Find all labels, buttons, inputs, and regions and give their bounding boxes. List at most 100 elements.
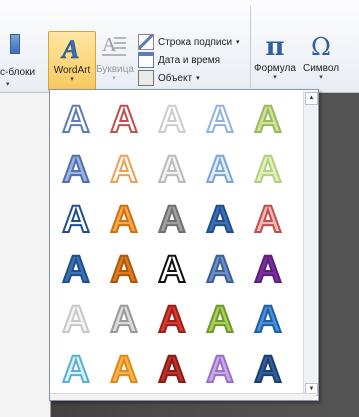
wordart-style-3-3[interactable]: A [148,194,196,242]
wordart-style-4-2[interactable]: A [100,244,148,292]
wordart-style-2-3[interactable]: A [148,144,196,192]
symbol-label: Символ [302,63,340,74]
wordart-style-3-2[interactable]: A [100,194,148,242]
wordart-sample-icon: A [253,148,282,188]
wordart-sample-icon: A [205,298,234,338]
wordart-sample-letter: A [62,249,89,288]
wordart-style-3-4[interactable]: A [196,194,244,242]
datetime-label: Дата и время [158,54,221,66]
wordart-style-2-4[interactable]: A [196,144,244,192]
wordart-sample-letter: A [110,149,137,188]
wordart-button[interactable]: A WordArt ▾ [48,31,96,91]
wordart-sample-letter: A [206,299,233,338]
wordart-style-5-2[interactable]: A [100,294,148,342]
wordart-style-2-1[interactable]: A [52,144,100,192]
wordart-style-6-5[interactable]: A [244,344,292,392]
wordart-sample-icon: A [253,298,282,338]
wordart-sample-icon: A [61,148,90,188]
wordart-style-6-4[interactable]: A [196,344,244,392]
wordart-sample-icon: A [109,98,138,138]
wordart-sample-letter: A [62,299,89,338]
wordart-style-6-3[interactable]: A [148,344,196,392]
symbol-button[interactable]: Ω Символ ▾ [300,31,342,89]
wordart-sample-letter: A [254,299,281,338]
wordart-sample-icon: A [61,348,90,388]
wordart-sample-letter: A [206,99,233,138]
datetime-button[interactable]: Дата и время [138,51,220,69]
wordart-sample-icon: A [109,248,138,288]
object-icon [138,70,154,86]
wordart-sample-icon: A [61,198,90,238]
dropcap-button[interactable]: A Буквица ▾ [96,31,134,89]
wordart-sample-letter: A [254,349,281,388]
wordart-sample-icon: A [205,248,234,288]
pi-icon: π [265,32,285,62]
chevron-down-icon: ▾ [273,74,277,81]
dropcap-icon: A [102,34,126,56]
wordart-sample-icon: A [253,198,282,238]
wordart-label: WordArt [53,65,91,76]
wordart-sample-icon: A [61,298,90,338]
resize-grip[interactable] [50,393,316,400]
group-separator [250,6,251,88]
scroll-up-arrow[interactable]: ▲ [305,92,318,105]
wordart-sample-letter: A [206,249,233,288]
wordart-style-1-5[interactable]: A [244,94,292,142]
wordart-style-2-2[interactable]: A [100,144,148,192]
wordart-sample-letter: A [62,99,89,138]
wordart-sample-letter: A [206,199,233,238]
svg-text:A: A [60,35,79,62]
wordart-style-1-2[interactable]: A [100,94,148,142]
wordart-sample-letter: A [158,249,185,288]
wordart-style-4-3[interactable]: A [148,244,196,292]
wordart-sample-icon: A [205,348,234,388]
wordart-style-2-5[interactable]: A [244,144,292,192]
ribbon-insert-tab: с-блоки ▾ A WordArt ▾ A Буквица ▾ Строка… [0,0,359,93]
wordart-sample-letter: A [62,349,89,388]
wordart-sample-letter: A [62,199,89,238]
gallery-scrollbar[interactable]: ▲ ▼ [303,91,318,397]
wordart-sample-letter: A [158,199,185,238]
wordart-sample-letter: A [206,349,233,388]
wordart-sample-letter: A [158,299,185,338]
wordart-style-4-5[interactable]: A [244,244,292,292]
wordart-sample-icon: A [61,98,90,138]
wordart-style-5-1[interactable]: A [52,294,100,342]
wordart-style-3-5[interactable]: A [244,194,292,242]
wordart-sample-icon: A [109,198,138,238]
omega-icon: Ω [311,33,331,61]
wordart-style-1-1[interactable]: A [52,94,100,142]
wordart-style-5-3[interactable]: A [148,294,196,342]
wordart-sample-icon: A [157,198,186,238]
document-page[interactable] [0,92,51,417]
wordart-sample-letter: A [254,249,281,288]
wordart-sample-icon: A [253,98,282,138]
wordart-sample-icon: A [205,148,234,188]
wordart-sample-letter: A [158,349,185,388]
formula-button[interactable]: π Формула ▾ [252,31,298,89]
signature-line-button[interactable]: Строка подписи ▾ [138,33,240,51]
wordart-style-1-4[interactable]: A [196,94,244,142]
signature-line-label: Строка подписи [158,36,233,48]
wordart-sample-letter: A [206,149,233,188]
wordart-sample-icon: A [61,248,90,288]
wordart-style-5-4[interactable]: A [196,294,244,342]
chevron-down-icon: ▾ [70,76,74,83]
wordart-style-1-3[interactable]: A [148,94,196,142]
wordart-sample-letter: A [62,149,89,188]
wordart-style-6-2[interactable]: A [100,344,148,392]
quick-parts-button[interactable]: с-блоки ▾ [0,34,46,88]
wordart-sample-letter: A [110,299,137,338]
wordart-gallery: AAAAAAAAAAAAAAAAAAAAAAAAAAAAAA ▲ ▼ [49,89,319,401]
wordart-sample-icon: A [157,148,186,188]
wordart-style-6-1[interactable]: A [52,344,100,392]
wordart-sample-icon: A [109,298,138,338]
wordart-sample-icon: A [157,298,186,338]
wordart-style-3-1[interactable]: A [52,194,100,242]
wordart-style-4-1[interactable]: A [52,244,100,292]
wordart-style-5-5[interactable]: A [244,294,292,342]
chevron-down-icon: ▾ [112,75,116,82]
dropcap-label: Буквица [96,64,134,75]
wordart-style-4-4[interactable]: A [196,244,244,292]
object-button[interactable]: Объект ▾ [138,69,200,87]
